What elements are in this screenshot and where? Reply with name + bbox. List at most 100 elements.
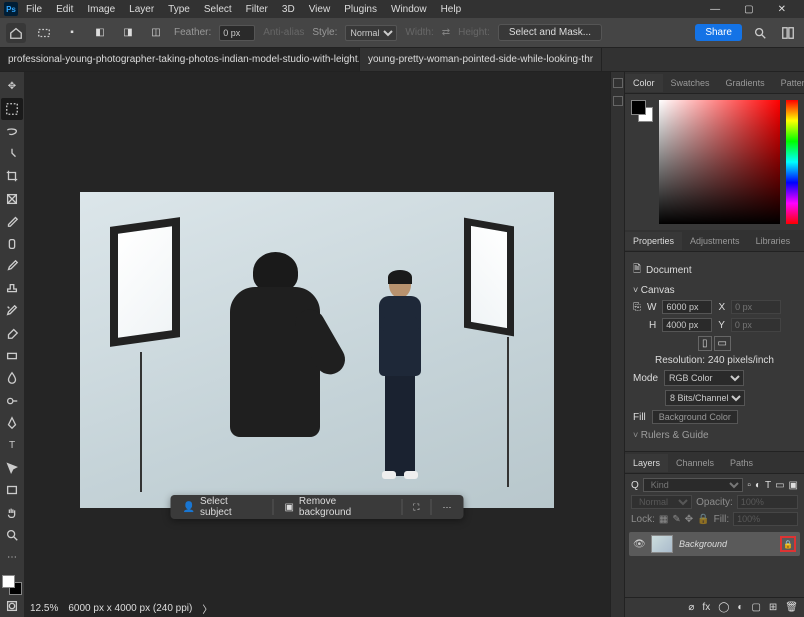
group-icon[interactable]: ▢	[751, 602, 760, 613]
tab-adjustments[interactable]: Adjustments	[682, 232, 748, 250]
canvas-area[interactable]: 👤Select subject ▣Remove background ⛶ ⋯ 1…	[24, 72, 610, 617]
menu-plugins[interactable]: Plugins	[338, 2, 383, 17]
move-tool[interactable]: ✥	[1, 76, 23, 97]
zoom-tool[interactable]	[1, 524, 23, 545]
frame-tool[interactable]	[1, 188, 23, 209]
swap-icon[interactable]: ⇄	[442, 27, 450, 38]
menu-select[interactable]: Select	[198, 2, 238, 17]
orient-landscape-icon[interactable]: ▭	[714, 336, 731, 351]
filter-shape-icon[interactable]: ▭	[775, 480, 784, 491]
height-input[interactable]	[662, 318, 712, 332]
document-canvas[interactable]	[80, 192, 554, 508]
y-input[interactable]	[731, 318, 781, 332]
filter-type-icon[interactable]: T	[765, 480, 771, 491]
feather-input[interactable]	[219, 25, 255, 41]
tool-preset-icon[interactable]	[34, 23, 54, 43]
link-icon[interactable]: ⎘	[633, 302, 641, 313]
type-tool[interactable]: T	[1, 435, 23, 456]
edit-toolbar-icon[interactable]: ⋯	[1, 547, 23, 568]
menu-edit[interactable]: Edit	[50, 2, 79, 17]
visibility-icon[interactable]: 👁	[633, 539, 645, 550]
fx-icon[interactable]: fx	[702, 602, 710, 613]
status-chevron-icon[interactable]: 〉	[202, 601, 212, 616]
canvas-section[interactable]: ˅ Canvas	[633, 285, 796, 296]
tab-paths[interactable]: Paths	[722, 454, 761, 472]
pen-tool[interactable]	[1, 412, 23, 433]
menu-layer[interactable]: Layer	[123, 2, 160, 17]
filter-adj-icon[interactable]: ◐	[755, 480, 761, 491]
style-select[interactable]: Normal	[345, 25, 397, 41]
lock-trans-icon[interactable]: ▦	[659, 514, 668, 525]
menu-window[interactable]: Window	[385, 2, 433, 17]
tab-doc-1[interactable]: professional-young-photographer-taking-p…	[0, 48, 360, 71]
filter-pixel-icon[interactable]: ▫	[747, 480, 751, 491]
marquee-tool[interactable]	[1, 98, 23, 119]
delete-icon[interactable]: 🗑	[785, 602, 798, 613]
link-layers-icon[interactable]: ⌀	[688, 602, 694, 613]
filter-smart-icon[interactable]: ▣	[789, 480, 798, 491]
mode-select[interactable]: RGB Color	[664, 370, 744, 386]
transform-icon[interactable]: ⛶	[403, 497, 429, 517]
zoom-level[interactable]: 12.5%	[30, 603, 58, 614]
blend-mode-select[interactable]: Normal	[631, 495, 692, 509]
eraser-tool[interactable]	[1, 323, 23, 344]
maximize-icon[interactable]: ▢	[738, 2, 759, 17]
healing-tool[interactable]	[1, 233, 23, 254]
mask-icon[interactable]: ◯	[718, 602, 729, 613]
new-selection-icon[interactable]: ▪	[62, 23, 82, 43]
tab-patterns[interactable]: Patterns	[773, 74, 804, 92]
x-input[interactable]	[731, 300, 781, 314]
more-icon[interactable]: ⋯	[432, 497, 461, 517]
tab-channels[interactable]: Channels	[668, 454, 722, 472]
fg-bg-swatch[interactable]	[631, 100, 653, 122]
collapsed-panel-icon[interactable]	[613, 78, 623, 88]
hue-slider[interactable]	[786, 100, 798, 224]
rulers-section[interactable]: ˅ Rulers & Guide	[633, 430, 796, 441]
blur-tool[interactable]	[1, 367, 23, 388]
lock-icon[interactable]: 🔒	[780, 536, 796, 552]
menu-view[interactable]: View	[303, 2, 337, 17]
tab-gradients[interactable]: Gradients	[718, 74, 773, 92]
collapsed-panel-icon[interactable]	[613, 96, 623, 106]
tab-color[interactable]: Color	[625, 74, 663, 92]
crop-tool[interactable]	[1, 166, 23, 187]
fill-button[interactable]: Background Color	[652, 410, 738, 424]
subtract-selection-icon[interactable]: ◨	[118, 23, 138, 43]
search-icon[interactable]	[750, 23, 770, 43]
adjustment-icon[interactable]: ◐	[737, 602, 743, 613]
filter-kind-select[interactable]: Kind	[643, 478, 744, 492]
quick-mask-icon[interactable]	[1, 596, 23, 617]
lock-pixel-icon[interactable]: ✎	[672, 514, 680, 525]
quick-select-tool[interactable]	[1, 143, 23, 164]
layer-name[interactable]: Background	[679, 539, 774, 549]
color-swatches[interactable]	[2, 575, 22, 594]
width-input[interactable]	[662, 300, 712, 314]
fill-input[interactable]	[733, 512, 798, 526]
menu-help[interactable]: Help	[435, 2, 468, 17]
path-select-tool[interactable]	[1, 457, 23, 478]
select-and-mask-button[interactable]: Select and Mask...	[498, 24, 602, 41]
tab-doc-2[interactable]: young-pretty-woman-pointed-side-while-lo…	[360, 48, 602, 71]
home-button[interactable]	[6, 23, 26, 43]
menu-3d[interactable]: 3D	[276, 2, 301, 17]
share-button[interactable]: Share	[695, 24, 742, 41]
layer-row-background[interactable]: 👁 Background 🔒	[629, 532, 800, 556]
close-icon[interactable]: ✕	[772, 2, 792, 17]
tab-swatches[interactable]: Swatches	[663, 74, 718, 92]
remove-background-button[interactable]: ▣Remove background	[274, 497, 400, 517]
brush-tool[interactable]	[1, 255, 23, 276]
tab-layers[interactable]: Layers	[625, 454, 668, 472]
color-field[interactable]	[659, 100, 780, 224]
menu-type[interactable]: Type	[162, 2, 196, 17]
menu-image[interactable]: Image	[81, 2, 121, 17]
opacity-input[interactable]	[737, 495, 798, 509]
tab-libraries[interactable]: Libraries	[748, 232, 799, 250]
orient-portrait-icon[interactable]: ▯	[698, 336, 712, 351]
gradient-tool[interactable]	[1, 345, 23, 366]
workspace-icon[interactable]	[778, 23, 798, 43]
tab-properties[interactable]: Properties	[625, 232, 682, 250]
dodge-tool[interactable]	[1, 390, 23, 411]
select-subject-button[interactable]: 👤Select subject	[173, 497, 272, 517]
hand-tool[interactable]	[1, 502, 23, 523]
bits-select[interactable]: 8 Bits/Channel	[665, 390, 745, 406]
